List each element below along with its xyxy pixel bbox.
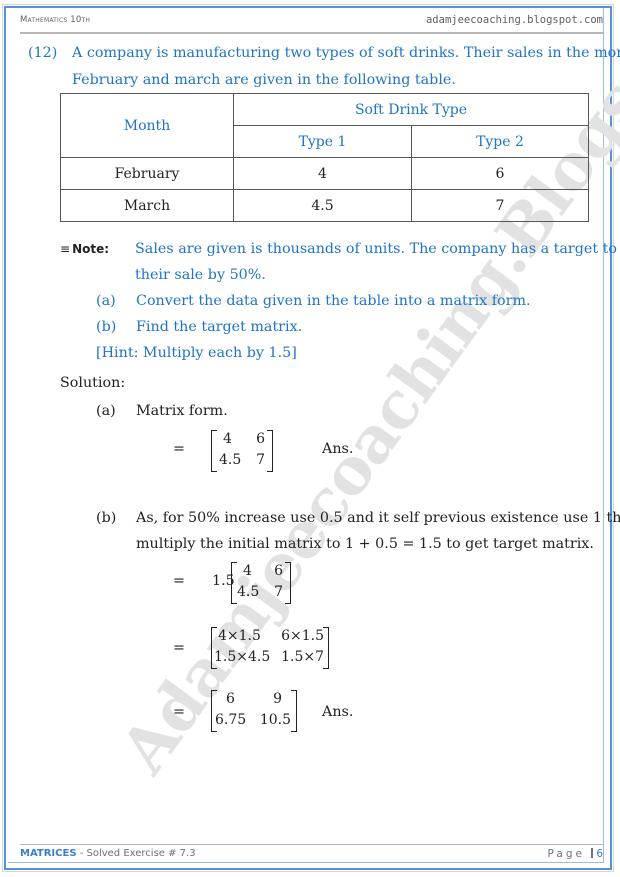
note-hint: [Hint: Multiply each by 1.5]	[96, 345, 297, 361]
matrix-cell: 4	[243, 563, 252, 579]
matrix-cell: 4	[223, 431, 232, 447]
note-line-2: their sale by 50%.	[135, 267, 266, 283]
footer-section: - Solved Exercise # 7.3	[76, 848, 196, 859]
matrix-cell: 7	[256, 452, 265, 468]
type-1-header: Type 1	[233, 125, 412, 158]
matrix-b-step3: 6 9 6.75 10.5	[211, 690, 297, 732]
question-line-1: A company is manufacturing two types of …	[72, 45, 620, 61]
page-footer: MATRICES - Solved Exercise # 7.3 Page 6	[20, 844, 603, 863]
note-label-text: Note:	[72, 242, 110, 256]
solution-part-a-label: (a)	[96, 403, 116, 419]
equals-sign: =	[173, 640, 185, 656]
page-label: Page	[547, 848, 585, 860]
matrix-b-step2: 4×1.5 6×1.5 1.5×4.5 1.5×7	[211, 627, 329, 669]
note-text: Sales are given is thousands of units. T…	[135, 236, 620, 288]
header-subject: Mathematics 10th	[20, 15, 91, 25]
matrix-b-step1: 4 6 4.5 7	[231, 562, 291, 604]
matrix-cell: 10.5	[259, 712, 291, 728]
note-part-a-label: (a)	[96, 293, 116, 309]
solution-part-b-line-1: As, for 50% increase use 0.5 and it self…	[136, 510, 620, 526]
answer-label: Ans.	[322, 704, 354, 720]
type-2-header: Type 2	[411, 125, 589, 158]
footer-breadcrumb: MATRICES - Solved Exercise # 7.3	[20, 848, 196, 859]
row-month: February	[60, 157, 234, 190]
note-part-b-label: (b)	[96, 319, 117, 335]
table-row: February 4 6	[60, 157, 589, 190]
list-icon: ≡	[60, 242, 71, 256]
matrix-cell: 6	[256, 431, 265, 447]
row-type-1-value: 4	[233, 157, 412, 190]
equals-sign: =	[173, 573, 185, 589]
matrix-a: 4 6 4.5 7	[211, 430, 273, 472]
page-separator	[591, 848, 594, 858]
page-indicator: Page 6	[548, 848, 603, 860]
note-line-1: Sales are given is thousands of units. T…	[135, 241, 620, 257]
table-header-row: Month Soft Drink Type	[60, 93, 589, 158]
bracket-left	[211, 430, 217, 472]
matrix-cell: 6×1.5	[281, 628, 324, 644]
solution-part-b-line-2: multiply the initial matrix to 1 + 0.5 =…	[136, 536, 594, 552]
bracket-right	[291, 690, 297, 732]
bracket-right	[285, 562, 291, 604]
header-website: adamjeecoaching.blogspot.com	[425, 14, 603, 26]
matrix-cell: 1.5×4.5	[214, 649, 271, 665]
matrix-cell: 7	[274, 584, 283, 600]
matrix-cell: 4.5	[237, 584, 260, 600]
question-number: (12)	[28, 45, 58, 61]
solution-heading: Solution:	[60, 375, 126, 391]
bracket-right	[267, 430, 273, 472]
solution-part-b-label: (b)	[96, 510, 117, 526]
equals-sign: =	[173, 441, 185, 457]
row-type-1-value: 4.5	[233, 189, 412, 222]
page-content: Mathematics 10th adamjeecoaching.blogspo…	[0, 0, 620, 877]
matrix-cell: 4×1.5	[218, 628, 261, 644]
answer-label: Ans.	[322, 441, 354, 457]
table-row: March 4.5 7	[60, 189, 589, 222]
page-header: Mathematics 10th adamjeecoaching.blogspo…	[20, 14, 603, 34]
matrix-cell: 1.5×7	[281, 649, 324, 665]
row-type-2-value: 7	[411, 189, 589, 222]
matrix-cell: 9	[273, 691, 282, 707]
row-type-2-value: 6	[411, 157, 589, 190]
footer-chapter: MATRICES	[20, 848, 77, 859]
soft-drink-type-header: Soft Drink Type	[233, 93, 589, 126]
month-header: Month	[60, 93, 234, 158]
matrix-cell: 6.75	[215, 712, 247, 728]
matrix-cell: 6	[226, 691, 235, 707]
note-label: ≡ Note:	[60, 236, 109, 262]
matrix-cell: 4.5	[219, 452, 242, 468]
sales-table: Month Soft Drink Type Type 1 Type 2 Febr…	[60, 93, 589, 222]
note-part-b-text: Find the target matrix.	[136, 319, 303, 335]
page-number: 6	[596, 848, 603, 860]
question-line-2: February and march are given in the foll…	[72, 72, 456, 88]
row-month: March	[60, 189, 234, 222]
matrix-cell: 6	[274, 563, 283, 579]
note-part-a-text: Convert the data given in the table into…	[136, 293, 531, 309]
equals-sign: =	[173, 704, 185, 720]
solution-part-a-text: Matrix form.	[136, 403, 228, 419]
